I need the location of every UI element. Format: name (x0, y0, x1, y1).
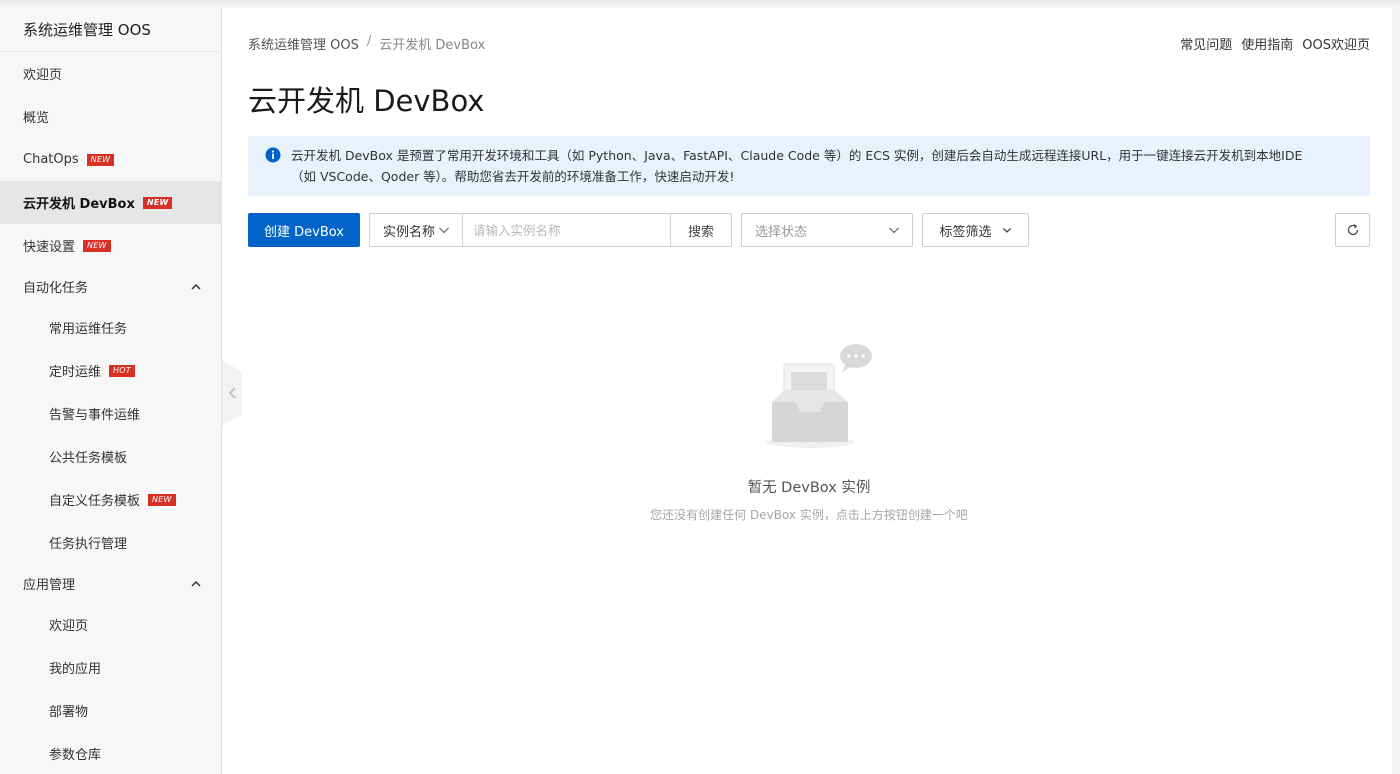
guide-link[interactable]: 使用指南 (1241, 34, 1293, 53)
sidebar-group-apps[interactable]: 应用管理 (0, 564, 221, 603)
faq-link[interactable]: 常见问题 (1180, 34, 1232, 53)
sidebar-group-label: 自动化任务 (23, 281, 89, 296)
sidebar-item-label: 欢迎页 (23, 68, 63, 83)
sidebar-group-automation[interactable]: 自动化任务 (0, 267, 221, 306)
sidebar-item-label: 定时运维 (49, 365, 102, 380)
sidebar-item-my-apps[interactable]: 我的应用 (0, 646, 221, 689)
hot-badge: HOT (109, 364, 135, 377)
sidebar-item-label: 快速设置 (23, 240, 76, 255)
sidebar-title: 系统运维管理 OOS (0, 8, 221, 52)
sidebar-item-chatops[interactable]: ChatOps NEW (0, 138, 221, 181)
sidebar-item-quick-setup[interactable]: 快速设置 NEW (0, 224, 221, 267)
new-badge: NEW (86, 153, 115, 166)
sidebar-item-scheduled-ops[interactable]: 定时运维 HOT (0, 349, 221, 392)
refresh-button[interactable] (1335, 213, 1370, 247)
sidebar-item-alert-event-ops[interactable]: 告警与事件运维 (0, 392, 221, 435)
sidebar-item-devbox[interactable]: 云开发机 DevBox NEW (0, 181, 221, 224)
status-select[interactable]: 选择状态 (741, 213, 913, 247)
sidebar-item-app-welcome[interactable]: 欢迎页 (0, 603, 221, 646)
sidebar-item-label: 概览 (23, 111, 50, 126)
search-button[interactable]: 搜索 (670, 213, 732, 247)
chevron-up-icon (191, 283, 201, 290)
sidebar-item-overview[interactable]: 概览 (0, 95, 221, 138)
sidebar: 系统运维管理 OOS 欢迎页 概览 ChatOps NEW 云开发机 DevBo… (0, 8, 222, 774)
top-bar (0, 0, 1400, 8)
empty-state-subtitle: 您还没有创建任何 DevBox 实例，点击上方按钮创建一个吧 (650, 508, 968, 522)
sidebar-item-label: 任务执行管理 (49, 537, 128, 552)
main-content: 系统运维管理 OOS / 云开发机 DevBox 常见问题 使用指南 OOS欢迎… (248, 8, 1370, 774)
sidebar-item-label: 参数仓库 (49, 748, 102, 763)
sidebar-item-label: 常用运维任务 (49, 322, 128, 337)
new-badge: NEW (148, 493, 176, 506)
page-title: 云开发机 DevBox (248, 84, 485, 118)
sidebar-item-common-tasks[interactable]: 常用运维任务 (0, 306, 221, 349)
sidebar-item-label: 自定义任务模板 (49, 494, 141, 509)
search-field-select-value: 实例名称 (383, 224, 436, 240)
sidebar-item-label: 欢迎页 (49, 619, 89, 634)
breadcrumb-root[interactable]: 系统运维管理 OOS (248, 34, 359, 53)
scrollbar[interactable] (1392, 8, 1400, 774)
sidebar-item-task-execution[interactable]: 任务执行管理 (0, 521, 221, 564)
status-select-placeholder: 选择状态 (755, 224, 808, 240)
refresh-icon (1347, 224, 1358, 236)
info-banner: 云开发机 DevBox 是预置了常用开发环境和工具（如 Python、Java、… (248, 136, 1370, 196)
sidebar-item-custom-templates[interactable]: 自定义任务模板 NEW (0, 478, 221, 521)
search-field-select[interactable]: 实例名称 (369, 213, 462, 247)
breadcrumb-separator: / (366, 34, 372, 49)
info-text: 云开发机 DevBox 是预置了常用开发环境和工具（如 Python、Java、… (291, 148, 1303, 184)
oos-welcome-link[interactable]: OOS欢迎页 (1302, 34, 1370, 53)
chevron-up-icon (191, 580, 201, 587)
sidebar-item-label: 告警与事件运维 (49, 408, 141, 423)
new-badge: NEW (142, 196, 173, 209)
sidebar-item-public-templates[interactable]: 公共任务模板 (0, 435, 221, 478)
empty-inbox-icon (766, 344, 872, 448)
sidebar-item-label: 云开发机 DevBox (23, 197, 135, 212)
chevron-down-icon (1002, 228, 1011, 233)
sidebar-item-welcome[interactable]: 欢迎页 (0, 52, 221, 95)
breadcrumb-current: 云开发机 DevBox (379, 38, 486, 53)
new-badge: NEW (83, 239, 111, 252)
chevron-down-icon (889, 227, 899, 234)
top-links: 常见问题 使用指南 OOS欢迎页 (1180, 34, 1370, 53)
sidebar-collapse-handle[interactable] (222, 360, 242, 426)
breadcrumb: 系统运维管理 OOS / 云开发机 DevBox (248, 34, 485, 53)
create-devbox-button[interactable]: 创建 DevBox (248, 213, 360, 247)
empty-state-title: 暂无 DevBox 实例 (747, 480, 871, 496)
chevron-left-icon (228, 387, 236, 399)
sidebar-item-artifacts[interactable]: 部署物 (0, 689, 221, 732)
info-icon (265, 147, 281, 163)
tag-filter-button[interactable]: 标签筛选 (922, 213, 1029, 247)
sidebar-item-parameter-store[interactable]: 参数仓库 (0, 732, 221, 774)
sidebar-item-label: 我的应用 (49, 662, 102, 677)
sidebar-item-label: ChatOps (23, 152, 79, 167)
sidebar-item-label: 部署物 (49, 705, 89, 720)
sidebar-item-label: 公共任务模板 (49, 451, 128, 466)
tag-filter-label: 标签筛选 (939, 224, 992, 240)
sidebar-group-label: 应用管理 (23, 578, 76, 593)
chevron-down-icon (439, 227, 449, 234)
toolbar: 创建 DevBox 实例名称 搜索 选择状态 标签筛选 (248, 213, 1370, 247)
search-input[interactable] (462, 213, 671, 247)
